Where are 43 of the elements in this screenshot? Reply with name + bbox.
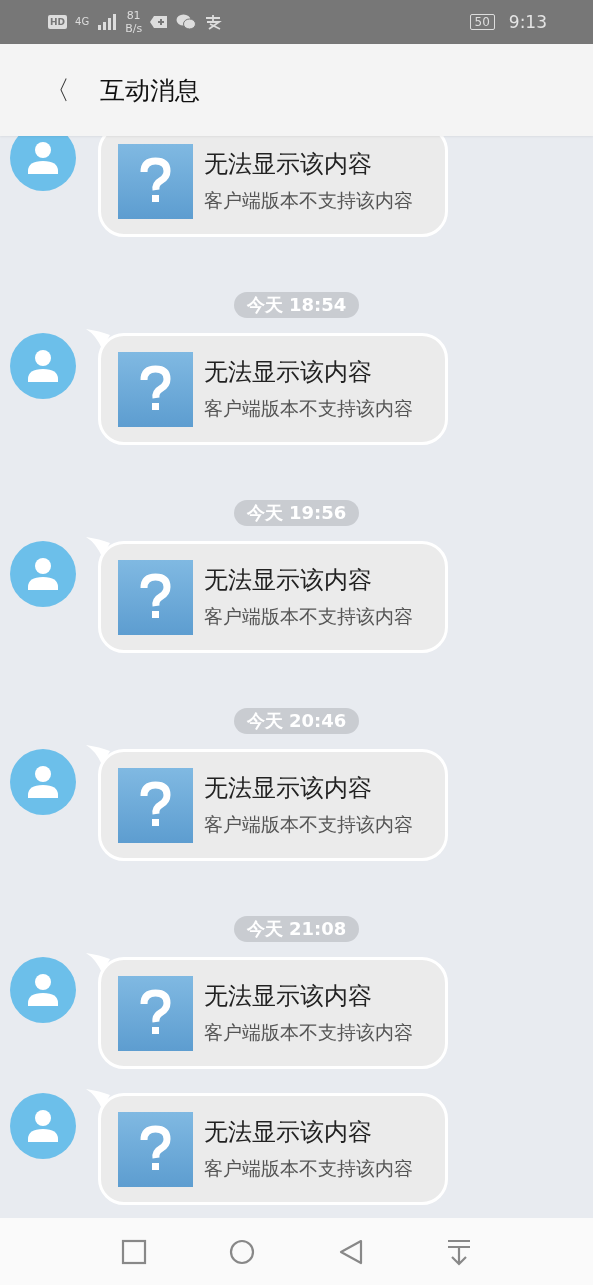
message-bubble[interactable]: 无法显示该内容 客户端版本不支持该内容 bbox=[98, 541, 448, 653]
message-title: 无法显示该内容 bbox=[204, 1117, 373, 1148]
message-bubble[interactable]: 无法显示该内容 客户端版本不支持该内容 bbox=[98, 333, 448, 445]
page-title: 互动消息 bbox=[100, 74, 200, 107]
message-title: 无法显示该内容 bbox=[204, 357, 373, 388]
message-subtitle: 客户端版本不支持该内容 bbox=[204, 188, 413, 213]
message-title: 无法显示该内容 bbox=[204, 565, 373, 596]
network-type: 4G bbox=[75, 17, 90, 27]
home-icon[interactable] bbox=[228, 1237, 257, 1266]
message-subtitle: 客户端版本不支持该内容 bbox=[204, 604, 413, 629]
battery-indicator: 50 bbox=[469, 14, 495, 30]
avatar-icon[interactable] bbox=[10, 749, 76, 815]
question-mark-icon bbox=[118, 767, 193, 843]
recent-apps-icon[interactable] bbox=[120, 1237, 149, 1266]
question-mark-icon bbox=[118, 143, 193, 219]
question-mark-icon bbox=[118, 351, 193, 427]
message-bubble[interactable]: 无法显示该内容 客户端版本不支持该内容 bbox=[98, 957, 448, 1069]
signal-icon bbox=[97, 14, 118, 30]
message-bubble[interactable]: 无法显示该内容 客户端版本不支持该内容 bbox=[98, 136, 448, 237]
message-subtitle: 客户端版本不支持该内容 bbox=[204, 1156, 413, 1181]
avatar-icon[interactable] bbox=[10, 1093, 76, 1159]
medical-cross-icon bbox=[150, 15, 169, 29]
question-mark-icon bbox=[118, 559, 193, 635]
message-title: 无法显示该内容 bbox=[204, 149, 373, 180]
question-mark-icon bbox=[118, 1111, 193, 1187]
hd-indicator: HD bbox=[48, 15, 67, 29]
network-speed: 81 B/s bbox=[125, 9, 143, 35]
clock-time: 9:13 bbox=[508, 12, 547, 32]
avatar-icon[interactable] bbox=[10, 136, 76, 191]
message-subtitle: 客户端版本不支持该内容 bbox=[204, 396, 413, 421]
chat-bubbles-icon bbox=[176, 14, 197, 30]
message-bubble[interactable]: 无法显示该内容 客户端版本不支持该内容 bbox=[98, 749, 448, 861]
message-bubble[interactable]: 无法显示该内容 客户端版本不支持该内容 bbox=[98, 1093, 448, 1205]
app-logo-icon bbox=[204, 14, 223, 30]
question-mark-icon bbox=[118, 975, 193, 1051]
message-subtitle: 客户端版本不支持该内容 bbox=[204, 812, 413, 837]
avatar-icon[interactable] bbox=[10, 541, 76, 607]
message-title: 无法显示该内容 bbox=[204, 981, 373, 1012]
message-title: 无法显示该内容 bbox=[204, 773, 373, 804]
message-subtitle: 客户端版本不支持该内容 bbox=[204, 1020, 413, 1045]
avatar-icon[interactable] bbox=[10, 333, 76, 399]
avatar-icon[interactable] bbox=[10, 957, 76, 1023]
back-button[interactable]: 〈 bbox=[40, 72, 74, 108]
